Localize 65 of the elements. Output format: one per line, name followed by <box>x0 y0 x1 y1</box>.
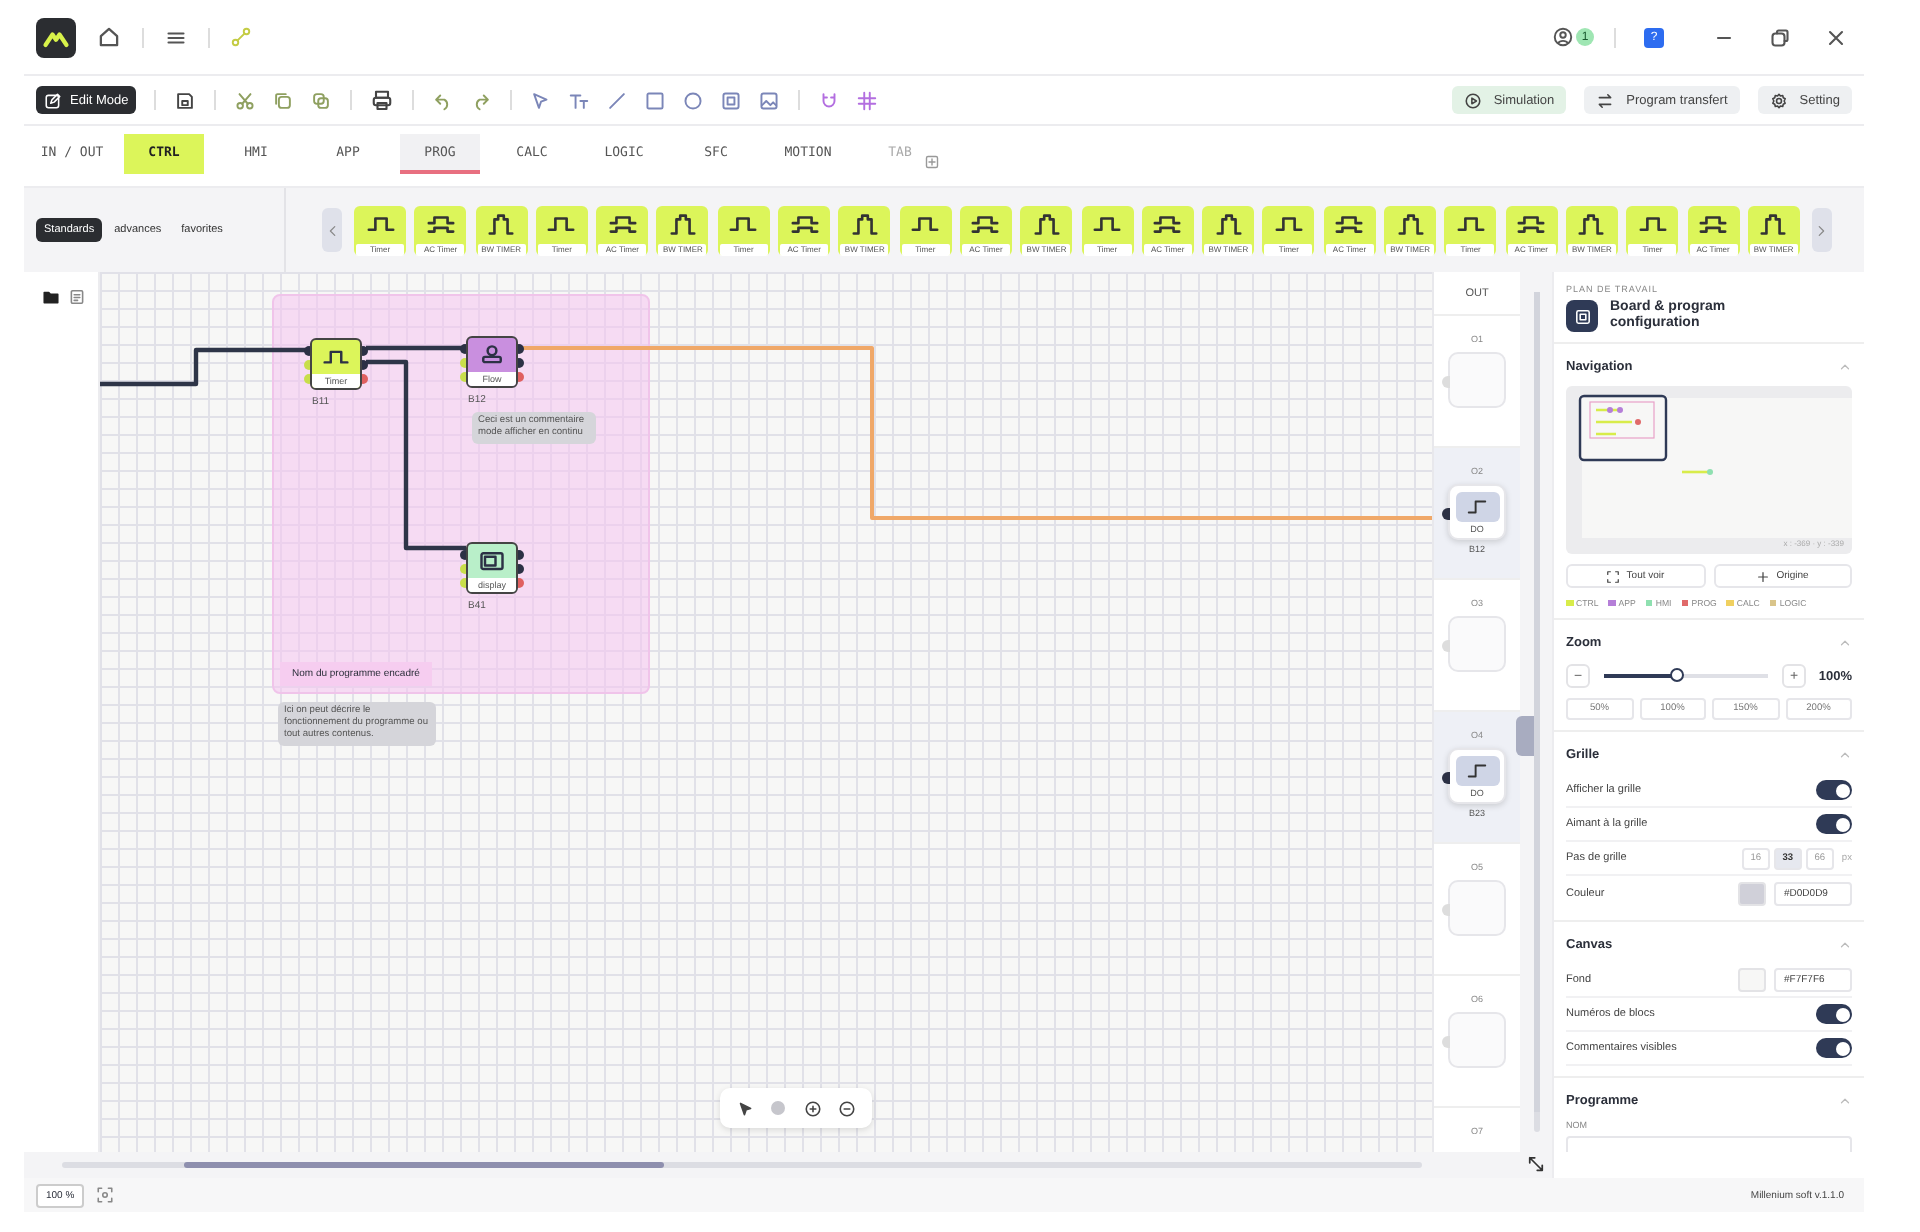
color-swatch[interactable] <box>1738 881 1766 905</box>
zoom-in-icon[interactable] <box>803 1099 822 1117</box>
restore-icon[interactable] <box>1768 25 1792 49</box>
block-tool-icon[interactable] <box>720 89 743 111</box>
fit-view-icon[interactable] <box>96 1186 115 1204</box>
wire[interactable] <box>366 359 466 551</box>
expand-icon[interactable] <box>1526 1154 1546 1174</box>
step-icon <box>1466 495 1488 517</box>
chevron-left-icon <box>325 223 339 237</box>
print-icon[interactable] <box>370 88 395 112</box>
save-icon[interactable] <box>174 89 197 111</box>
plus-icon <box>1756 569 1771 583</box>
text-tool-icon[interactable] <box>568 89 591 111</box>
name-field[interactable] <box>1566 1136 1852 1152</box>
pencil-icon <box>44 91 62 109</box>
slider-thumb[interactable] <box>1669 668 1684 682</box>
copy-icon[interactable] <box>272 89 295 111</box>
circle-tool-icon[interactable] <box>682 89 705 111</box>
bw-icon <box>1758 209 1789 239</box>
image-tool-icon[interactable] <box>758 89 781 111</box>
toggle-switch[interactable] <box>1816 814 1852 834</box>
bw-icon <box>1576 209 1607 239</box>
collapse-icon[interactable] <box>1838 747 1852 761</box>
line-tool-icon[interactable] <box>606 89 629 111</box>
collapse-icon[interactable] <box>1838 359 1852 373</box>
user-icon[interactable] <box>1552 26 1574 48</box>
toggle-switch[interactable] <box>1816 1038 1852 1058</box>
transfer-icon <box>1596 91 1615 109</box>
bw-icon <box>1031 209 1062 239</box>
toggle-switch[interactable] <box>1816 780 1852 800</box>
bw-icon <box>667 209 698 239</box>
zoom-out-icon[interactable] <box>837 1099 856 1117</box>
frame-icon <box>1606 569 1621 583</box>
rectangle-tool-icon[interactable] <box>644 89 667 111</box>
bw-icon <box>1213 209 1244 239</box>
play-icon <box>1463 91 1482 109</box>
select-tool-icon[interactable] <box>530 89 553 111</box>
bw-icon <box>849 209 880 239</box>
chevron-right-icon <box>1814 223 1829 237</box>
board-icon <box>1573 307 1591 325</box>
wire[interactable] <box>366 345 466 351</box>
app-logo[interactable] <box>36 17 76 57</box>
dot-icon[interactable] <box>770 1100 787 1116</box>
magnet-icon[interactable] <box>818 89 841 111</box>
bw-icon <box>1395 209 1426 239</box>
settings-icon <box>1769 91 1788 109</box>
paste-icon[interactable] <box>310 89 333 111</box>
bw-icon <box>486 209 517 239</box>
display-block-icon <box>478 548 506 576</box>
add-tab-icon[interactable] <box>924 154 940 170</box>
toggle-switch[interactable] <box>1816 1004 1852 1024</box>
file-icon[interactable] <box>68 288 86 306</box>
collapse-icon[interactable] <box>1838 1093 1852 1107</box>
wire[interactable] <box>100 347 310 387</box>
home-icon[interactable] <box>96 24 122 50</box>
cut-icon[interactable] <box>234 89 257 111</box>
step-icon <box>1466 759 1488 781</box>
collapse-icon[interactable] <box>1838 635 1852 649</box>
close-icon[interactable] <box>1824 25 1848 49</box>
collapse-icon[interactable] <box>1838 937 1852 951</box>
color-swatch[interactable] <box>1738 968 1766 992</box>
grid-icon[interactable] <box>856 89 879 111</box>
redo-icon[interactable] <box>470 89 493 111</box>
folder-icon[interactable] <box>42 288 60 306</box>
pointer-icon[interactable] <box>736 1099 755 1117</box>
